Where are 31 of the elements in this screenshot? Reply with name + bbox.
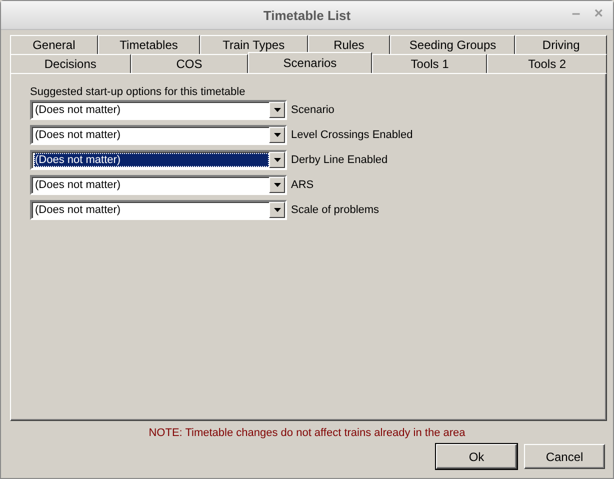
dropdown-value: (Does not matter) [34, 178, 122, 192]
tab[interactable]: Scenarios [248, 52, 372, 73]
tab[interactable]: Seeding Groups [390, 35, 516, 54]
tab[interactable]: Rules [308, 35, 390, 54]
tab[interactable]: General [10, 35, 98, 54]
tab[interactable]: Timetables [98, 35, 200, 54]
dialog-button[interactable]: Cancel [524, 444, 605, 469]
dropdown-value: (Does not matter) [34, 153, 269, 167]
option-label: Derby Line Enabled [291, 154, 388, 166]
option-label: Scale of problems [291, 204, 380, 216]
dropdown-field[interactable]: (Does not matter) [30, 175, 287, 195]
tab[interactable]: Decisions [10, 54, 131, 73]
tab[interactable]: Tools 1 [372, 54, 488, 73]
dropdown-value: (Does not matter) [34, 128, 122, 142]
section-heading: Suggested start-up options for this timetable [30, 86, 246, 100]
dropdown-value: (Does not matter) [34, 203, 122, 217]
dropdown-field[interactable]: (Does not matter) [30, 150, 287, 170]
window-title: Timetable List [263, 8, 351, 22]
tab[interactable]: COS [130, 54, 248, 73]
option-label: Level Crossings Enabled [291, 129, 413, 141]
dropdown-field[interactable]: (Does not matter) [30, 200, 287, 220]
dropdown-value: (Does not matter) [34, 103, 122, 117]
note-text: NOTE: Timetable changes do not affect trains already in the area [148, 427, 466, 441]
dropdown-field[interactable]: (Does not matter) [30, 125, 287, 145]
tab[interactable]: Tools 2 [487, 54, 607, 73]
option-label: Scenario [291, 104, 334, 116]
tab[interactable]: Train Types [200, 35, 308, 54]
option-label: ARS [291, 179, 314, 191]
dropdown-field[interactable]: (Does not matter) [30, 100, 287, 120]
tab[interactable]: Driving [515, 35, 607, 54]
dialog-button[interactable]: Ok [436, 444, 517, 469]
